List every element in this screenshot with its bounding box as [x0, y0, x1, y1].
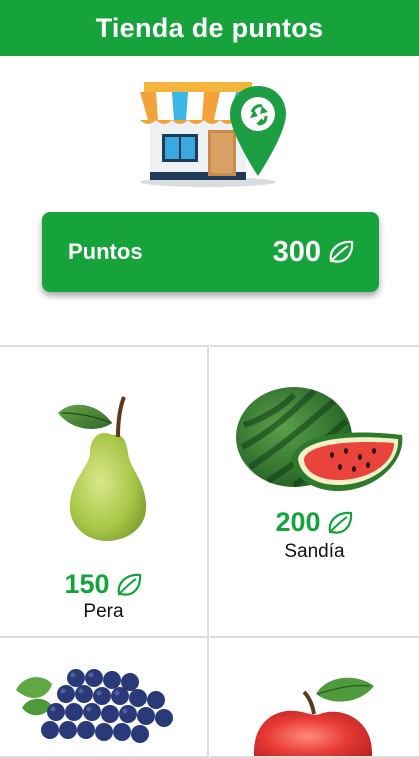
product-grid: 150 Pera 200 Sandía — [0, 345, 419, 758]
app-header: Tienda de puntos — [0, 0, 419, 56]
product-name: Pera — [83, 601, 124, 622]
apple-image — [254, 677, 374, 756]
points-balance-card: Puntos 300 — [42, 212, 379, 292]
watermelon-image — [236, 387, 403, 491]
product-card-sandia[interactable]: 200 Sandía — [210, 345, 419, 638]
product-name: Sandía — [284, 541, 345, 562]
product-card-apple[interactable] — [210, 638, 419, 758]
store-recycle-icon — [140, 82, 286, 187]
product-price: 200 — [210, 507, 419, 538]
product-price-value: 150 — [64, 569, 110, 599]
leaf-icon — [328, 511, 352, 534]
leaf-icon — [117, 573, 141, 596]
product-price-value: 200 — [275, 507, 321, 537]
product-price: 150 — [0, 569, 207, 600]
product-card-pera[interactable]: 150 Pera — [0, 345, 209, 638]
product-card-grapes[interactable] — [0, 638, 209, 758]
page-title: Tienda de puntos — [95, 12, 324, 43]
pear-image — [58, 396, 147, 541]
points-value: 300 — [272, 235, 321, 268]
leaf-icon — [329, 240, 354, 263]
points-label: Puntos — [68, 239, 143, 264]
points-value-group: 300 — [273, 236, 355, 269]
